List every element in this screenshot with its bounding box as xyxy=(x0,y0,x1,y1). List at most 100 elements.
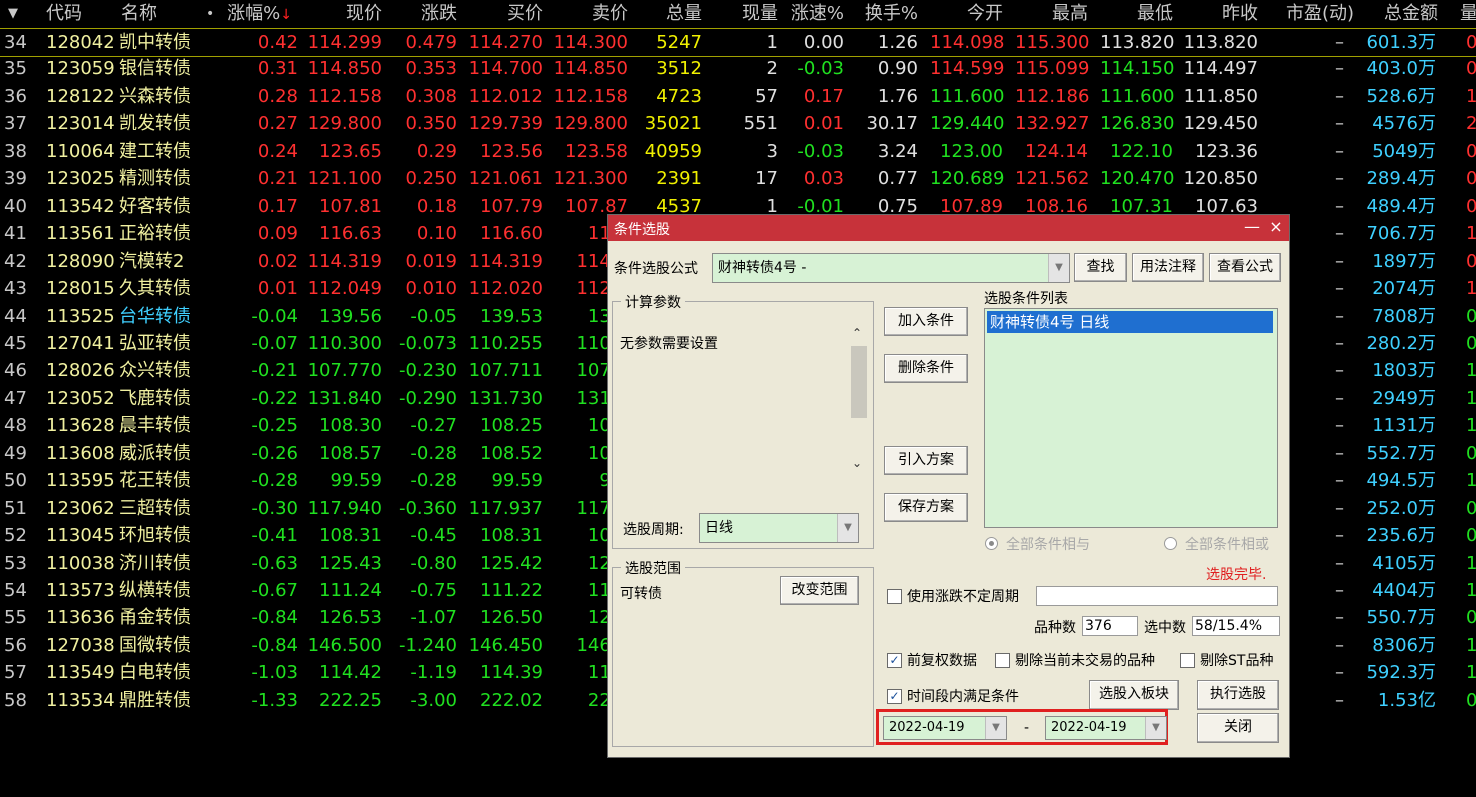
col-last[interactable]: 量 xyxy=(1460,0,1476,28)
count-value: 376 xyxy=(1082,616,1138,636)
fq-checkbox[interactable]: ✓ xyxy=(887,653,902,668)
cell-pct: -0.04 xyxy=(251,305,298,327)
col-pct-change[interactable]: 涨幅%↓ xyxy=(220,0,292,28)
condition-list-item[interactable]: 财神转债4号 日线 xyxy=(987,311,1273,333)
scroll-down-icon[interactable]: ⌄ xyxy=(852,456,862,470)
cell-code: 113561 xyxy=(46,223,115,245)
change-range-button[interactable]: 改变范围 xyxy=(780,576,859,605)
cell-bid: 107.79 xyxy=(480,195,543,217)
cell-low: 126.830 xyxy=(1100,113,1175,135)
cell-bid: 114.319 xyxy=(468,250,543,272)
use-period-checkbox[interactable] xyxy=(887,589,902,604)
chevron-down-icon[interactable]: ▼ xyxy=(1048,254,1069,282)
delete-condition-button[interactable]: 删除条件 xyxy=(884,354,968,383)
table-row[interactable]: 37 123014 凯发转债 0.27 129.800 0.350 129.739 129.8… xyxy=(0,110,1476,137)
cell-pe: – xyxy=(1335,470,1344,492)
chevron-down-icon[interactable]: ▼ xyxy=(837,514,858,542)
date-to-picker[interactable]: 2022-04-19 ▼ xyxy=(1045,716,1167,740)
col-prev-close[interactable]: 昨收 xyxy=(1183,0,1258,28)
col-pe[interactable]: 市盈(动) xyxy=(1270,0,1354,28)
find-button[interactable]: 查找 xyxy=(1074,253,1127,282)
cell-open: 120.689 xyxy=(930,168,1005,190)
table-row[interactable]: 34 128042 凯中转债 0.42 114.299 0.479 114.270 114.3… xyxy=(0,28,1476,57)
cell-chg: 0.18 xyxy=(416,195,457,217)
params-scrollbar[interactable]: ⌃ ⌄ xyxy=(849,326,867,476)
or-radio[interactable] xyxy=(1164,537,1177,550)
execute-button[interactable]: 执行选股 xyxy=(1197,680,1279,710)
cell-speed: 0.17 xyxy=(803,85,844,107)
close-dialog-button[interactable]: 关闭 xyxy=(1197,713,1279,743)
cell-pct: -0.21 xyxy=(251,360,298,382)
cell-pct: -0.25 xyxy=(251,415,298,437)
table-row[interactable]: 35 123059 银信转债 0.31 114.850 0.353 114.700 114.8… xyxy=(0,55,1476,82)
col-amount[interactable]: 总金额 xyxy=(1362,0,1438,28)
use-period-field[interactable] xyxy=(1036,586,1278,606)
cell-price: 114.319 xyxy=(307,250,382,272)
table-row[interactable]: 36 128122 兴森转债 0.28 112.158 0.308 112.012 112.1… xyxy=(0,83,1476,110)
chevron-down-icon[interactable]: ▼ xyxy=(1145,717,1166,739)
cell-bid: 121.061 xyxy=(468,168,543,190)
col-high[interactable]: 最高 xyxy=(1015,0,1088,28)
collapse-arrow-icon[interactable]: ▼ xyxy=(8,0,18,28)
dialog-titlebar[interactable]: 条件选股 — × xyxy=(608,215,1289,241)
cell-chg: 0.250 xyxy=(405,168,457,190)
col-change[interactable]: 涨跌 xyxy=(387,0,457,28)
table-row[interactable]: 38 110064 建工转债 0.24 123.65 0.29 123.56 123.58 40… xyxy=(0,138,1476,165)
cell-tail: 1 xyxy=(1466,415,1476,437)
close-icon[interactable]: × xyxy=(1266,217,1286,237)
cell-code: 123059 xyxy=(46,58,115,80)
cell-low: 113.820 xyxy=(1100,32,1175,53)
col-bid[interactable]: 买价 xyxy=(465,0,543,28)
cell-bid: 139.53 xyxy=(480,305,543,327)
cell-open: 114.098 xyxy=(930,32,1005,53)
cell-prev: 120.850 xyxy=(1183,168,1258,190)
formula-select[interactable]: 财神转债4号 - ▼ xyxy=(712,253,1070,283)
and-radio[interactable] xyxy=(985,537,998,550)
import-plan-button[interactable]: 引入方案 xyxy=(884,446,968,475)
cell-idx: 36 xyxy=(4,85,27,107)
cell-code: 113525 xyxy=(46,305,115,327)
col-volume[interactable]: 总量 xyxy=(640,0,702,28)
add-condition-button[interactable]: 加入条件 xyxy=(884,307,968,336)
cell-amount: 494.5万 xyxy=(1366,470,1436,492)
scroll-thumb[interactable] xyxy=(851,346,867,418)
chevron-down-icon[interactable]: ▼ xyxy=(985,717,1006,739)
use-period-label: 使用涨跌不定周期 xyxy=(907,589,1019,605)
save-plan-button[interactable]: 保存方案 xyxy=(884,493,968,522)
exclude-notrade-checkbox[interactable] xyxy=(995,653,1010,668)
col-turnover[interactable]: 换手% xyxy=(856,0,918,28)
col-open[interactable]: 今开 xyxy=(930,0,1003,28)
cell-tail: 1 xyxy=(1466,470,1476,492)
cell-name: 众兴转债 xyxy=(119,360,191,382)
table-row[interactable]: 39 123025 精测转债 0.21 121.100 0.250 121.061 121.3… xyxy=(0,165,1476,192)
condition-list[interactable]: 财神转债4号 日线 xyxy=(984,308,1278,528)
cell-name: 飞鹿转债 xyxy=(119,387,191,409)
cell-pe: – xyxy=(1335,580,1344,601)
exclude-st-checkbox[interactable] xyxy=(1180,653,1195,668)
cell-price: 110.300 xyxy=(307,332,382,354)
cell-idx: 37 xyxy=(4,113,27,135)
time-range-checkbox[interactable]: ✓ xyxy=(887,689,902,704)
to-block-button[interactable]: 选股入板块 xyxy=(1089,680,1179,710)
cell-price: 129.800 xyxy=(307,113,382,135)
date-from-picker[interactable]: 2022-04-19 ▼ xyxy=(883,716,1007,740)
cell-chg: -0.230 xyxy=(398,360,457,382)
col-code[interactable]: 代码 xyxy=(46,0,82,28)
col-low[interactable]: 最低 xyxy=(1100,0,1173,28)
col-name[interactable]: 名称 xyxy=(121,0,157,28)
col-price[interactable]: 现价 xyxy=(302,0,382,28)
usage-notes-button[interactable]: 用法注释 xyxy=(1132,253,1204,282)
col-cur-volume[interactable]: 现量 xyxy=(718,0,778,28)
cell-idx: 54 xyxy=(4,580,27,601)
scroll-up-icon[interactable]: ⌃ xyxy=(852,326,862,340)
calc-params-group: 计算参数 无参数需要设置 ⌃ ⌄ 选股周期: 日线 ▼ xyxy=(612,292,874,549)
calc-params-caption: 计算参数 xyxy=(621,292,685,312)
view-formula-button[interactable]: 查看公式 xyxy=(1209,253,1281,282)
cell-amount: 4105万 xyxy=(1372,552,1436,574)
minimize-icon[interactable]: — xyxy=(1242,217,1262,237)
cell-tail: 2 xyxy=(1466,113,1476,135)
col-speed[interactable]: 涨速% xyxy=(784,0,844,28)
col-ask[interactable]: 卖价 xyxy=(550,0,628,28)
cell-amount: 5049万 xyxy=(1372,140,1436,162)
period-select[interactable]: 日线 ▼ xyxy=(699,513,859,543)
